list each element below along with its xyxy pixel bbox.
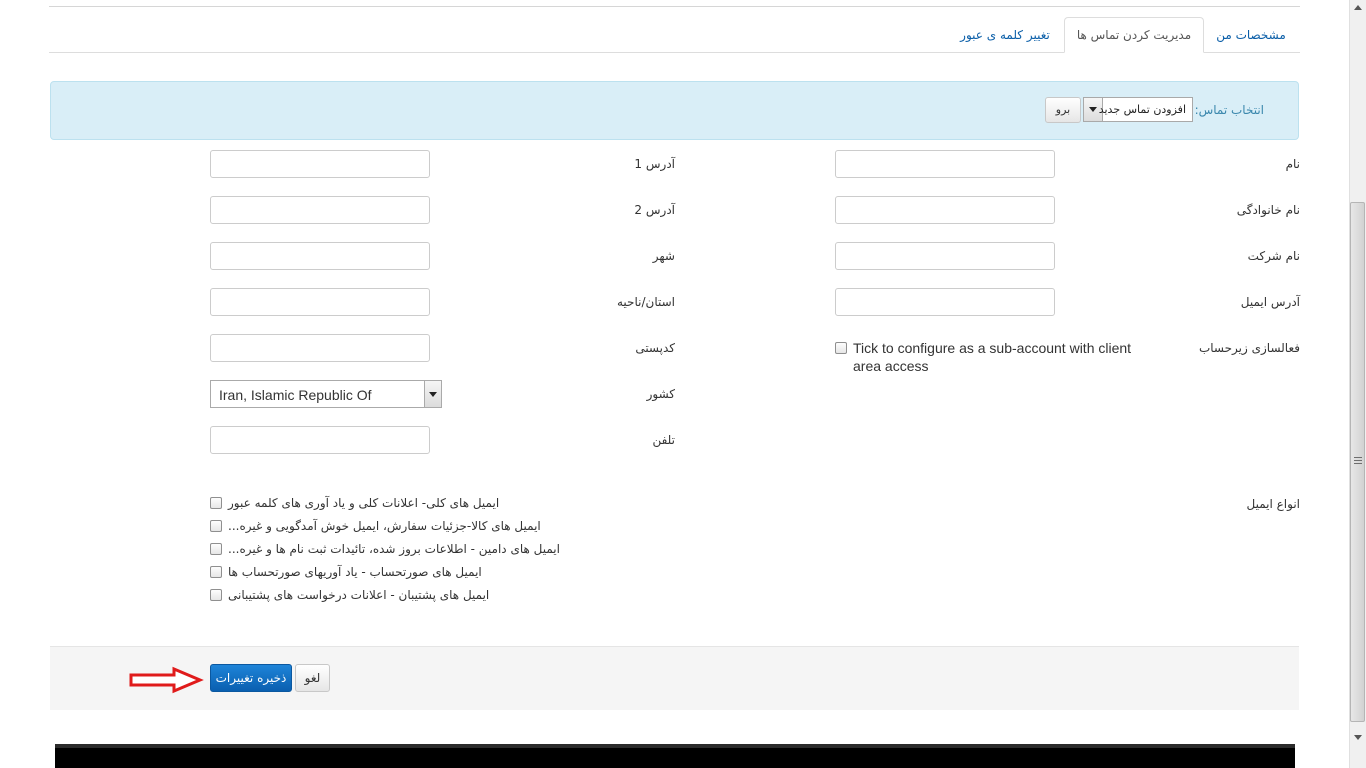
email-type-checkbox-invoice[interactable] (210, 566, 222, 578)
chevron-down-icon (429, 392, 437, 397)
cancel-button[interactable]: لغو (295, 664, 330, 692)
country-select-value: Iran, Islamic Republic Of (219, 387, 372, 403)
subaccount-checkbox[interactable] (835, 342, 847, 354)
address1-field[interactable] (210, 150, 430, 178)
contact-select-value: افزودن تماس جدید (1098, 103, 1186, 116)
email-type-invoice-text: ایمیل های صورتحساب - یاد آوریهای صورتحسا… (228, 565, 482, 579)
first-name-label: نام (1285, 157, 1300, 171)
subaccount-description: Tick to configure as a sub-account with … (853, 340, 1132, 374)
top-border (49, 6, 1300, 7)
email-type-product-text: ایمیل های کالا-جزئیات سفارش، ایمیل خوش آ… (228, 519, 541, 533)
email-type-checkbox-product[interactable] (210, 520, 222, 532)
address2-label: آدرس 2 (634, 203, 675, 217)
scroll-up-arrow-icon[interactable] (1350, 0, 1366, 17)
save-changes-button[interactable]: ذخیره تغییرات (210, 664, 292, 692)
email-type-checkbox-support[interactable] (210, 589, 222, 601)
scrollbar-thumb[interactable] (1350, 202, 1365, 722)
first-name-field[interactable] (835, 150, 1055, 178)
postcode-field[interactable] (210, 334, 430, 362)
red-arrow-icon (129, 666, 204, 694)
postcode-label: کدپستی (635, 341, 675, 355)
tab-my-details[interactable]: مشخصات من (1206, 18, 1296, 52)
chevron-down-icon (1089, 107, 1097, 112)
go-button[interactable]: برو (1045, 97, 1081, 123)
city-label: شهر (652, 249, 675, 263)
subaccount-label: فعالسازی زیرحساب (1198, 341, 1300, 355)
state-field[interactable] (210, 288, 430, 316)
city-field[interactable] (210, 242, 430, 270)
email-type-domain-text: ایمیل های دامین - اطلاعات بروز شده، تائی… (228, 542, 560, 556)
contact-select[interactable]: افزودن تماس جدید (1083, 97, 1193, 122)
address2-field[interactable] (210, 196, 430, 224)
email-field[interactable] (835, 288, 1055, 316)
country-select[interactable]: Iran, Islamic Republic Of (210, 380, 442, 408)
grip-icon (1354, 457, 1362, 464)
company-name-field[interactable] (835, 242, 1055, 270)
email-type-checkbox-domain[interactable] (210, 543, 222, 555)
phone-label: تلفن (652, 433, 675, 447)
country-label: کشور (646, 387, 675, 401)
email-types-label: انواع ایمیل (1246, 497, 1300, 511)
email-label: آدرس ایمیل (1240, 295, 1300, 309)
phone-field[interactable] (210, 426, 430, 454)
tab-change-password[interactable]: تغییر کلمه ی عبور (950, 18, 1060, 52)
email-type-general-text: ایمیل های کلی- اعلانات کلی و یاد آوری ها… (228, 496, 500, 510)
choose-contact-label: انتخاب تماس: (1194, 103, 1264, 117)
dropdown-button[interactable] (424, 381, 441, 407)
address1-label: آدرس 1 (634, 157, 675, 171)
scroll-down-arrow-icon[interactable] (1350, 729, 1366, 746)
email-type-checkbox-general[interactable] (210, 497, 222, 509)
company-name-label: نام شرکت (1247, 249, 1300, 263)
last-name-field[interactable] (835, 196, 1055, 224)
email-type-support-text: ایمیل های پشتیبان - اعلانات درخواست های … (228, 588, 490, 602)
footer-bar (55, 744, 1295, 768)
last-name-label: نام خانوادگی (1236, 203, 1300, 217)
state-label: استان/ناحیه (617, 295, 675, 309)
tab-manage-contacts[interactable]: مدیریت کردن تماس ها (1064, 17, 1204, 53)
